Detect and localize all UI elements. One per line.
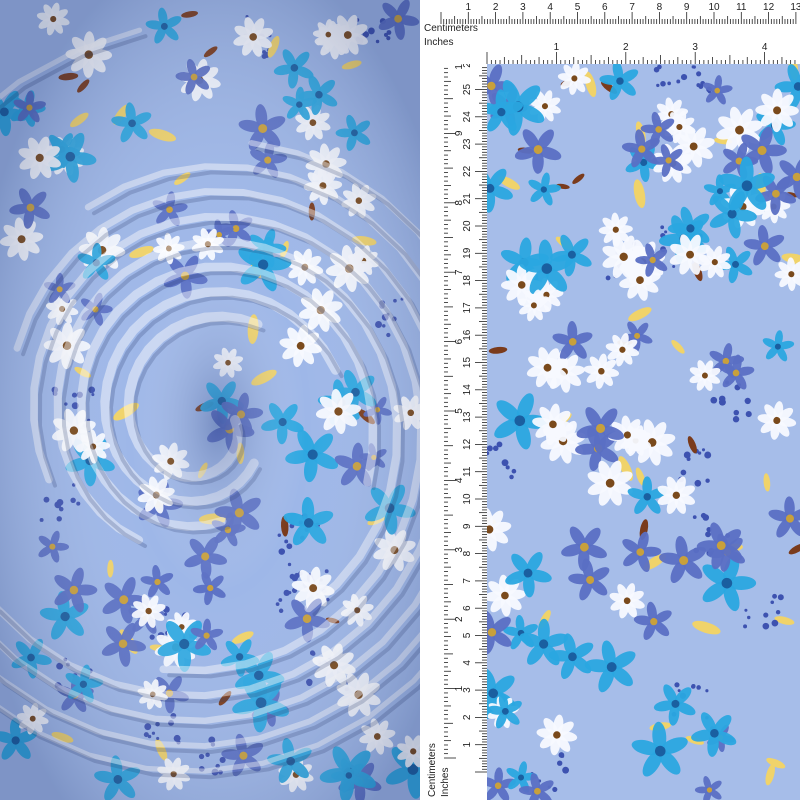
top-ruler-inch-number: 2 <box>623 42 629 53</box>
top-ruler-cm-number: 9 <box>684 2 690 13</box>
top-ruler-inch-number: 1 <box>554 42 560 53</box>
top-ruler-cm-number: 10 <box>708 2 720 13</box>
left-ruler-inch-number: 9 <box>454 130 465 136</box>
left-ruler-cm-number: 12 <box>462 438 473 450</box>
top-ruler-cm-number: 2 <box>493 2 499 13</box>
left-ruler-inch-number: 10 <box>454 64 465 70</box>
top-ruler-cm-number: 12 <box>763 2 775 13</box>
left-ruler-cm-number: 11 <box>462 466 473 477</box>
left-ruler-cm-number: 24 <box>462 111 473 123</box>
left-ruler-cm-number: 18 <box>462 275 473 287</box>
fabric-swirl-illustration <box>0 0 420 800</box>
left-ruler-inch-number: 5 <box>454 408 465 414</box>
left-ruler-inch-number: 6 <box>454 338 465 344</box>
left-ruler-inch-number: 8 <box>454 200 465 206</box>
left-ruler-cm-number: 14 <box>462 384 473 396</box>
left-ruler-cm-number: 20 <box>462 220 473 232</box>
left-ruler-cm-number: 1 <box>462 741 473 747</box>
top-ruler-cm-number: 13 <box>790 2 800 13</box>
left-ruler-inch-number: 3 <box>454 547 465 553</box>
top-ruler: Centimeters Inches 1234567891011121314 1… <box>420 0 800 64</box>
top-ruler-inch-number: 4 <box>762 42 768 53</box>
top-ruler-cm-label: Centimeters <box>424 23 478 34</box>
fabric-flat-illustration <box>487 64 800 800</box>
top-ruler-cm-number: 3 <box>520 2 526 13</box>
left-ruler-cm-number: 19 <box>462 247 473 259</box>
left-ruler-cm-number: 5 <box>462 632 473 638</box>
left-ruler-cm-number: 2 <box>462 714 473 720</box>
left-ruler-inch-number: 4 <box>454 477 465 483</box>
left-ruler-cm-label: Centimeters <box>427 743 438 797</box>
left-ruler-cm-number: 7 <box>462 578 473 584</box>
left-ruler-cm-number: 9 <box>462 523 473 529</box>
top-ruler-cm-number: 6 <box>602 2 608 13</box>
left-ruler-cm-number: 23 <box>462 138 473 150</box>
left-ruler-cm-number: 6 <box>462 605 473 611</box>
top-ruler-cm-number: 1 <box>466 2 472 13</box>
product-image: Centimeters Inches 1234567891011121314 1… <box>0 0 800 800</box>
top-ruler-cm-number: 4 <box>547 2 553 13</box>
left-ruler-cm-number: 10 <box>462 493 473 505</box>
top-ruler-cm-number: 5 <box>575 2 581 13</box>
left-ruler-cm-number: 4 <box>462 660 473 666</box>
left-ruler-cm-number: 22 <box>462 165 473 177</box>
left-ruler-inch-number: 7 <box>454 269 465 275</box>
top-ruler-cm-number: 8 <box>657 2 663 13</box>
left-ruler-cm-number: 17 <box>462 302 473 314</box>
left-ruler-inch-label: Inches <box>440 768 451 797</box>
left-ruler-inch-number: 2 <box>454 616 465 622</box>
fabric-flat-photo <box>487 64 800 800</box>
left-ruler: 2726252423222120191817161514131211109876… <box>420 64 487 800</box>
fabric-swirl-photo <box>0 0 420 800</box>
left-ruler-cm-number: 15 <box>462 357 473 369</box>
left-ruler-inch-number: 1 <box>454 685 465 691</box>
top-ruler-cm-number: 11 <box>736 2 747 13</box>
top-ruler-inch-label: Inches <box>424 37 453 48</box>
top-ruler-inch-number: 3 <box>692 42 698 53</box>
left-ruler-cm-number: 25 <box>462 84 473 96</box>
top-ruler-cm-number: 7 <box>629 2 635 13</box>
